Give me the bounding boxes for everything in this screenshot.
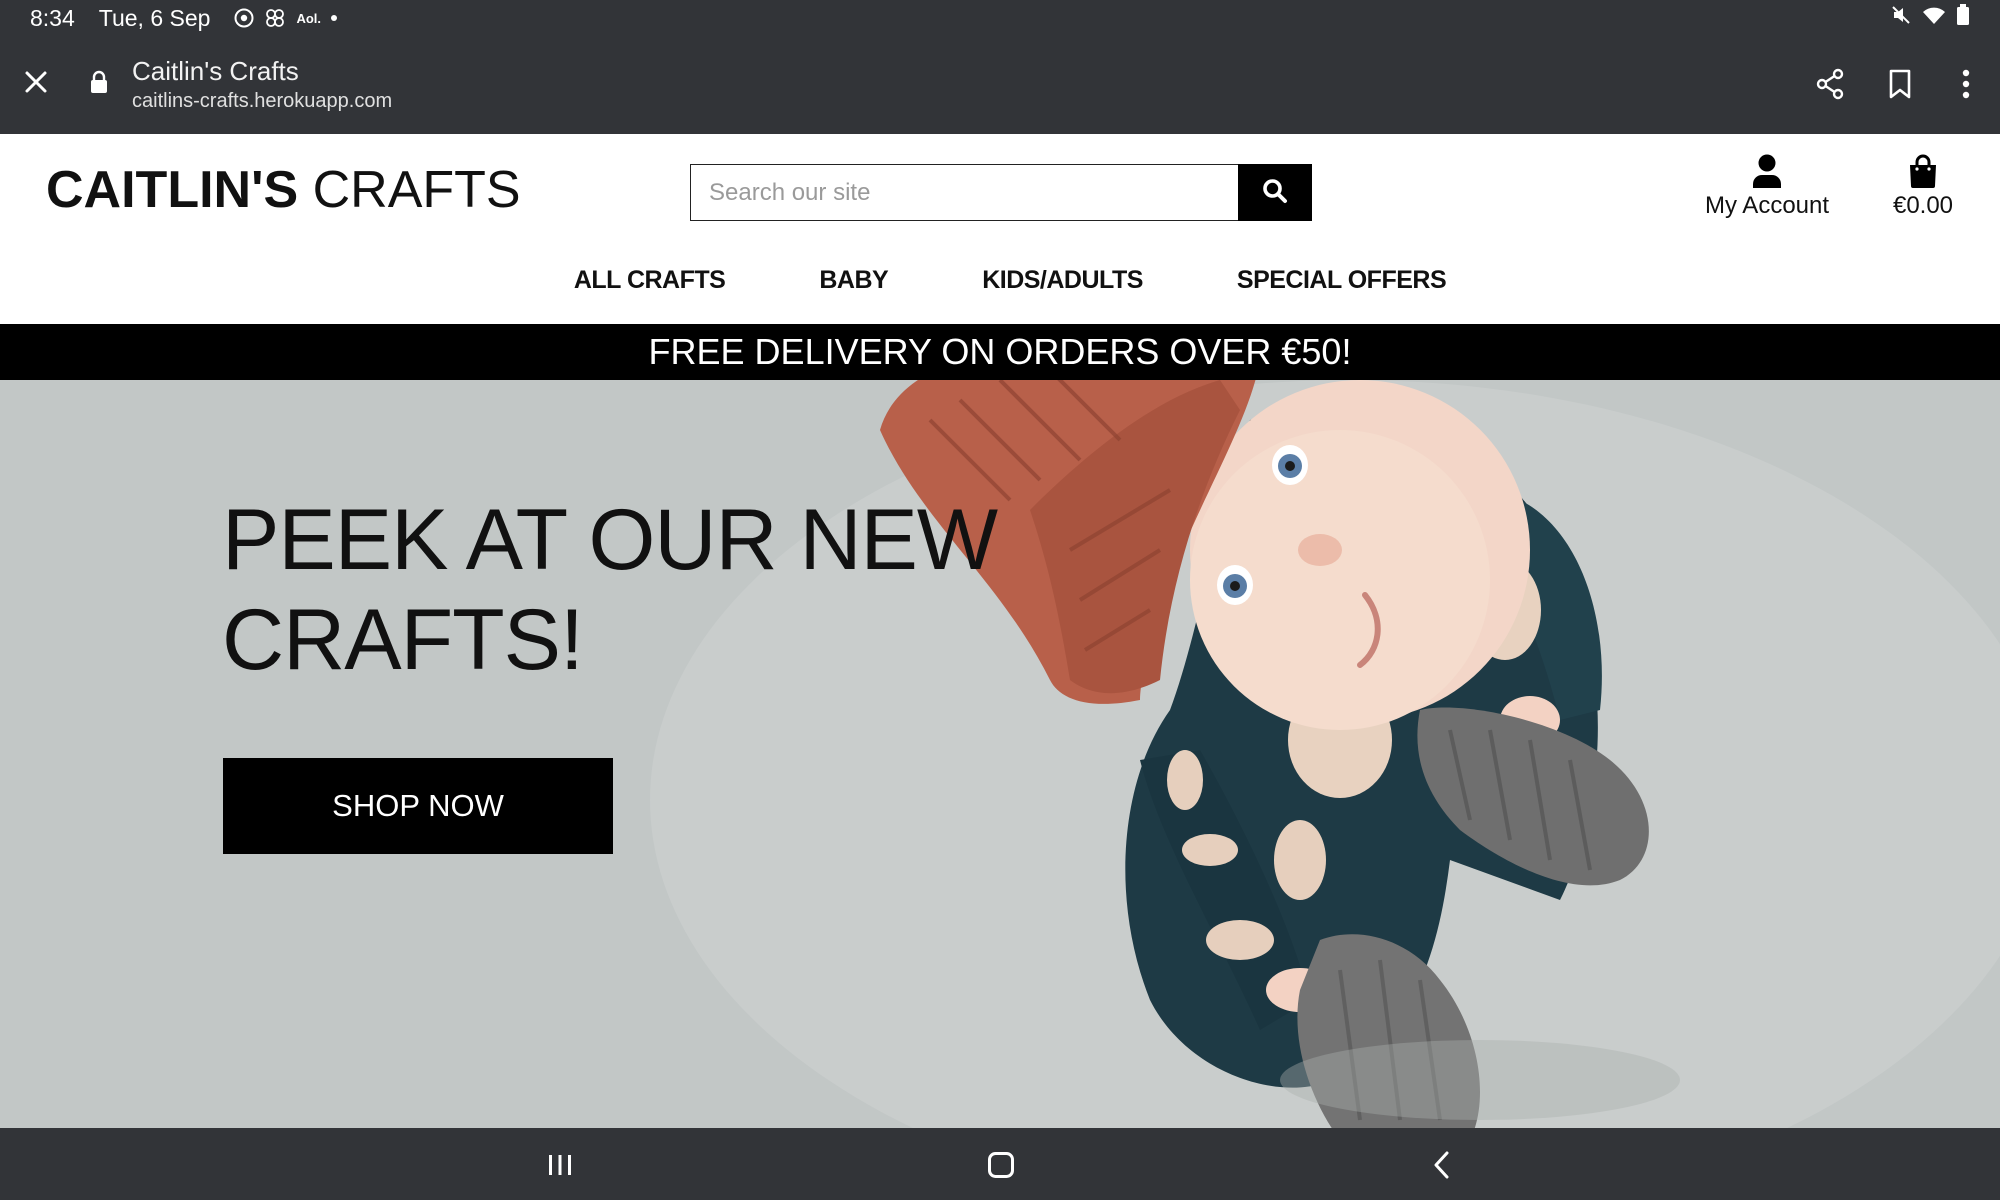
wifi-icon [1922, 5, 1946, 32]
user-icon [1700, 154, 1834, 188]
more-vertical-icon[interactable] [1948, 66, 1984, 102]
logo-light-text: CRAFTS [298, 161, 521, 219]
nav-special-offers[interactable]: SPECIAL OFFERS [1237, 266, 1447, 306]
browser-toolbar: Caitlin's Crafts caitlins-crafts.herokua… [0, 36, 2000, 134]
status-date: Tue, 6 Sep [98, 4, 211, 31]
page-title: Caitlin's Crafts [132, 56, 299, 86]
home-icon[interactable] [981, 1148, 1021, 1182]
search-icon [1262, 178, 1288, 207]
pinwheel-icon [264, 7, 286, 29]
logo-bold-text: CAITLIN'S [46, 161, 299, 219]
recents-icon[interactable] [540, 1148, 580, 1182]
share-icon[interactable] [1812, 66, 1848, 102]
hero-section: PEEK AT OUR NEW CRAFTS! SHOP NOW [0, 380, 2000, 1128]
notification-icons: Aol. [234, 7, 337, 29]
status-bar: 8:34 Tue, 6 Sep Aol. [0, 0, 2000, 36]
site-logo[interactable]: CAITLIN'S CRAFTS [46, 160, 521, 220]
site-header: CAITLIN'S CRAFTS My Account €0.00 ALL CR… [0, 134, 2000, 324]
nav-all-crafts[interactable]: ALL CRAFTS [574, 266, 726, 306]
bookmark-icon[interactable] [1882, 66, 1918, 102]
battery-icon [1956, 4, 1970, 32]
aol-icon: Aol. [296, 10, 321, 26]
status-time: 8:34 [30, 4, 75, 31]
my-account-label: My Account [1704, 192, 1830, 219]
shop-now-button[interactable]: SHOP NOW [223, 758, 613, 854]
system-status-icons [1890, 4, 1970, 32]
close-icon[interactable] [20, 66, 52, 98]
hero-heading: PEEK AT OUR NEW CRAFTS! [222, 490, 1022, 690]
screen: 8:34 Tue, 6 Sep Aol. Caitlin's Crafts ca… [0, 0, 2000, 1200]
mute-icon [1890, 4, 1912, 32]
main-nav: ALL CRAFTS BABY KIDS/ADULTS SPECIAL OFFE… [0, 266, 2000, 306]
search-input[interactable] [690, 164, 1238, 221]
lock-icon [90, 70, 114, 96]
hero-heading-line1: PEEK AT OUR NEW [222, 492, 998, 588]
cart-link[interactable]: €0.00 [1888, 154, 1958, 220]
nav-kids-adults[interactable]: KIDS/ADULTS [982, 266, 1143, 306]
back-icon[interactable] [1421, 1148, 1461, 1182]
chrome-icon [234, 8, 254, 28]
page-url[interactable]: caitlins-crafts.herokuapp.com [132, 90, 392, 113]
search-button[interactable] [1238, 164, 1312, 221]
my-account-link[interactable]: My Account [1700, 154, 1834, 220]
system-nav-bar [0, 1128, 2000, 1200]
search-bar [690, 164, 1312, 221]
more-notifications-dot-icon [331, 15, 337, 21]
shopping-bag-icon [1888, 154, 1958, 188]
nav-baby[interactable]: BABY [819, 266, 888, 306]
hero-heading-line2: CRAFTS! [222, 592, 584, 688]
promo-banner: FREE DELIVERY ON ORDERS OVER €50! [0, 324, 2000, 380]
cart-total: €0.00 [1892, 192, 1954, 219]
